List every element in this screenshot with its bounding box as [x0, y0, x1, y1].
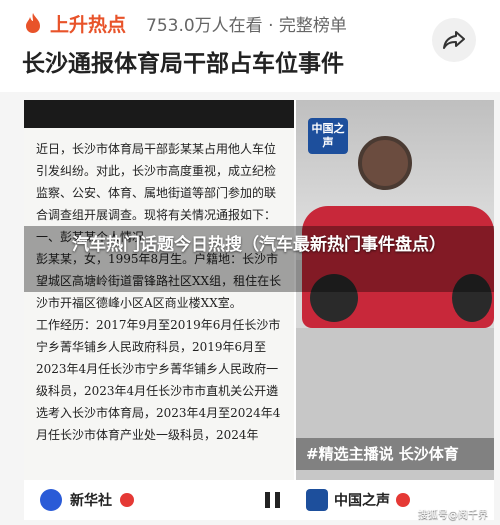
- video-caption: #精选主播说 长沙体育: [296, 438, 494, 470]
- headline[interactable]: 长沙通报体育局干部占车位事件: [22, 44, 344, 78]
- hot-views[interactable]: 753.0万人在看 · 完整榜单: [146, 11, 347, 36]
- document-header: [24, 100, 294, 128]
- channel-logo-icon: [306, 489, 328, 511]
- source-brand: 新华社: [70, 493, 112, 509]
- share-icon: [443, 31, 465, 49]
- channel-logo: 中国之声: [308, 118, 348, 154]
- flame-icon: [26, 13, 40, 33]
- watermark: 搜狐号@阅千界: [418, 510, 488, 521]
- pause-icon[interactable]: [265, 492, 280, 508]
- spare-wheel: [358, 136, 412, 190]
- play-badge-icon: [120, 493, 134, 507]
- overlay-title: 汽车热门话题今日热搜（汽车最新热门事件盘点）: [72, 235, 446, 255]
- top-bar: 上升热点 753.0万人在看 · 完整榜单 长沙通报体育局干部占车位事件: [0, 0, 500, 92]
- document-image: 近日，长沙市体育局干部彭某某占用他人车位引发纠纷。对此，长沙市高度重视，成立纪检…: [24, 100, 294, 520]
- play-badge-icon: [396, 493, 410, 507]
- hot-label: 上升热点: [50, 13, 127, 36]
- document-source-bar: 新华社: [24, 480, 294, 520]
- doc-paragraph: 近日，长沙市体育局干部彭某某占用他人车位引发纠纷。对此，长沙市高度重视，成立纪检…: [36, 142, 277, 222]
- video-image: 中国之声 #精选主播说 长沙体育 中国之声: [296, 100, 494, 520]
- source-brand: 中国之声: [334, 493, 390, 509]
- doc-paragraph: 工作经历：2017年9月至2019年6月任长沙市宁乡菁华铺乡人民政府科员，201…: [36, 318, 281, 442]
- media-collage[interactable]: 近日，长沙市体育局干部彭某某占用他人车位引发纠纷。对此，长沙市高度重视，成立纪检…: [24, 100, 494, 520]
- document-text: 近日，长沙市体育局干部彭某某占用他人车位引发纠纷。对此，长沙市高度重视，成立纪检…: [36, 138, 286, 446]
- hot-row: 上升热点 753.0万人在看 · 完整榜单: [24, 8, 347, 38]
- share-button[interactable]: [432, 18, 476, 62]
- xinhua-logo-icon: [40, 489, 62, 511]
